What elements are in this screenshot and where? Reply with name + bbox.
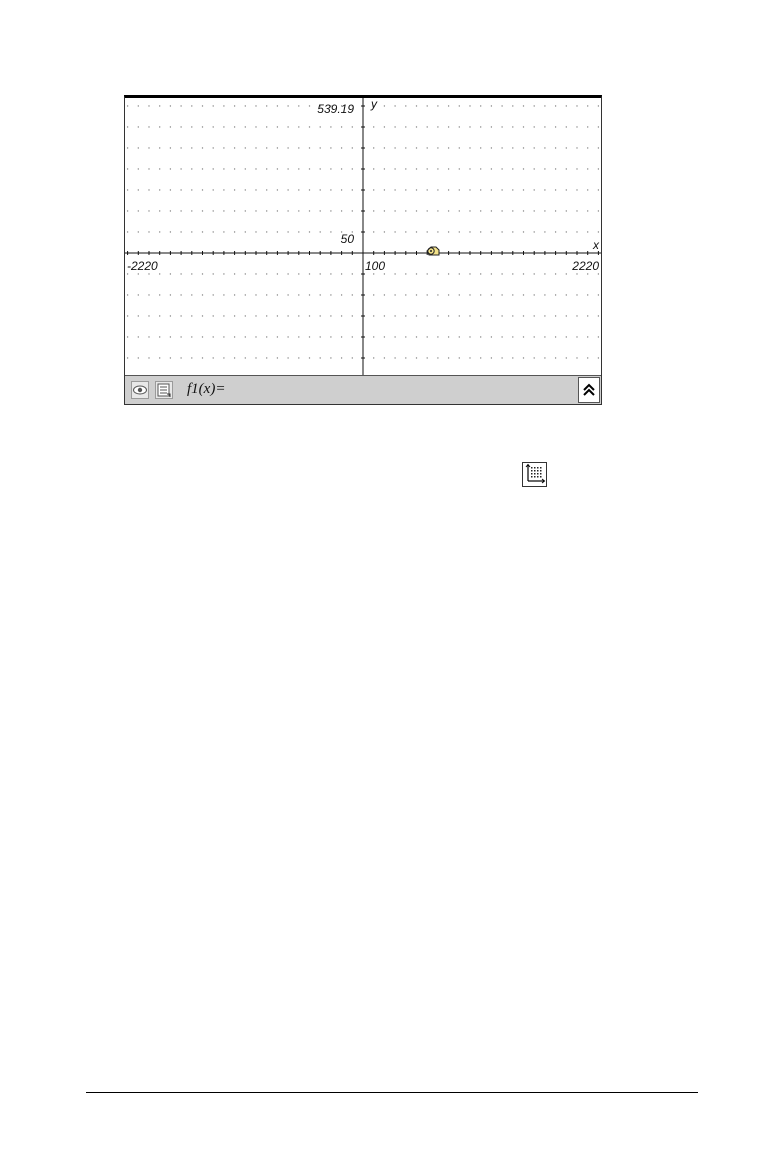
eye-icon	[133, 385, 147, 395]
hand-cursor-icon	[426, 246, 440, 256]
graph-plot-area[interactable]: 539.19 y 50 x -2220 100 2220	[125, 98, 601, 380]
x-max-label: 2220	[571, 259, 599, 273]
double-chevron-up-icon	[583, 383, 595, 396]
expand-entry-line-button[interactable]	[578, 377, 600, 403]
function-entry-bar[interactable]: f1(x)=	[125, 375, 601, 404]
y-axis-name: y	[370, 98, 378, 111]
y-max-label: 539.19	[317, 102, 354, 116]
show-hide-button[interactable]	[131, 381, 149, 399]
x-axis-name: x	[592, 238, 600, 252]
y-scale-label: 50	[341, 232, 355, 246]
footer-rule	[86, 1092, 698, 1093]
graph-window[interactable]: 539.19 y 50 x -2220 100 2220 f1(x)=	[124, 95, 602, 405]
function-list-button[interactable]	[155, 381, 173, 399]
function-input[interactable]: f1(x)=	[187, 381, 225, 398]
window-settings-icon	[522, 462, 547, 487]
x-scale-label: 100	[365, 259, 385, 273]
list-icon	[157, 383, 171, 397]
x-min-label: -2220	[127, 259, 158, 273]
